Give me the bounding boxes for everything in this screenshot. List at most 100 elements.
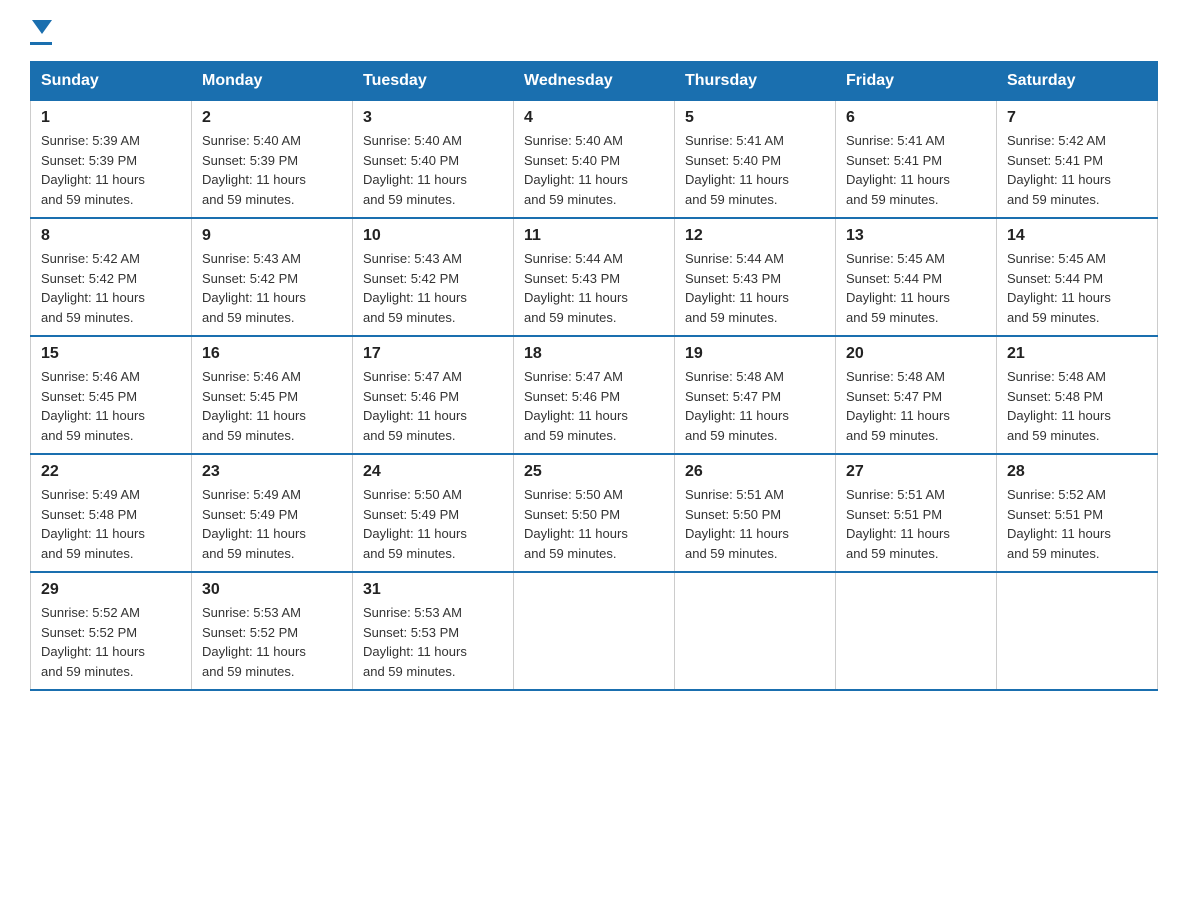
calendar-cell: 2 Sunrise: 5:40 AMSunset: 5:39 PMDayligh… xyxy=(192,101,353,219)
day-number: 23 xyxy=(202,463,342,481)
day-number: 15 xyxy=(41,345,181,363)
cell-info: Sunrise: 5:49 AMSunset: 5:49 PMDaylight:… xyxy=(202,487,306,561)
header-cell-friday: Friday xyxy=(836,62,997,101)
logo xyxy=(30,24,52,45)
calendar-cell: 1 Sunrise: 5:39 AMSunset: 5:39 PMDayligh… xyxy=(31,101,192,219)
day-number: 14 xyxy=(1007,227,1147,245)
calendar-cell: 13 Sunrise: 5:45 AMSunset: 5:44 PMDaylig… xyxy=(836,218,997,336)
day-number: 21 xyxy=(1007,345,1147,363)
cell-info: Sunrise: 5:50 AMSunset: 5:50 PMDaylight:… xyxy=(524,487,628,561)
day-number: 10 xyxy=(363,227,503,245)
week-row-4: 22 Sunrise: 5:49 AMSunset: 5:48 PMDaylig… xyxy=(31,454,1158,572)
day-number: 24 xyxy=(363,463,503,481)
calendar-cell: 21 Sunrise: 5:48 AMSunset: 5:48 PMDaylig… xyxy=(997,336,1158,454)
calendar-cell: 29 Sunrise: 5:52 AMSunset: 5:52 PMDaylig… xyxy=(31,572,192,690)
cell-info: Sunrise: 5:52 AMSunset: 5:52 PMDaylight:… xyxy=(41,605,145,679)
header-row: SundayMondayTuesdayWednesdayThursdayFrid… xyxy=(31,62,1158,101)
calendar-cell: 28 Sunrise: 5:52 AMSunset: 5:51 PMDaylig… xyxy=(997,454,1158,572)
day-number: 1 xyxy=(41,109,181,127)
header-cell-monday: Monday xyxy=(192,62,353,101)
calendar-header: SundayMondayTuesdayWednesdayThursdayFrid… xyxy=(31,62,1158,101)
week-row-2: 8 Sunrise: 5:42 AMSunset: 5:42 PMDayligh… xyxy=(31,218,1158,336)
day-number: 27 xyxy=(846,463,986,481)
header-cell-wednesday: Wednesday xyxy=(514,62,675,101)
day-number: 17 xyxy=(363,345,503,363)
day-number: 26 xyxy=(685,463,825,481)
calendar-cell: 30 Sunrise: 5:53 AMSunset: 5:52 PMDaylig… xyxy=(192,572,353,690)
day-number: 30 xyxy=(202,581,342,599)
day-number: 2 xyxy=(202,109,342,127)
page-header xyxy=(30,24,1158,45)
cell-info: Sunrise: 5:48 AMSunset: 5:48 PMDaylight:… xyxy=(1007,369,1111,443)
cell-info: Sunrise: 5:51 AMSunset: 5:50 PMDaylight:… xyxy=(685,487,789,561)
cell-info: Sunrise: 5:53 AMSunset: 5:53 PMDaylight:… xyxy=(363,605,467,679)
calendar-cell: 8 Sunrise: 5:42 AMSunset: 5:42 PMDayligh… xyxy=(31,218,192,336)
day-number: 22 xyxy=(41,463,181,481)
calendar-cell: 5 Sunrise: 5:41 AMSunset: 5:40 PMDayligh… xyxy=(675,101,836,219)
calendar-cell: 27 Sunrise: 5:51 AMSunset: 5:51 PMDaylig… xyxy=(836,454,997,572)
day-number: 5 xyxy=(685,109,825,127)
cell-info: Sunrise: 5:47 AMSunset: 5:46 PMDaylight:… xyxy=(524,369,628,443)
day-number: 6 xyxy=(846,109,986,127)
day-number: 18 xyxy=(524,345,664,363)
calendar-cell xyxy=(997,572,1158,690)
calendar-cell: 17 Sunrise: 5:47 AMSunset: 5:46 PMDaylig… xyxy=(353,336,514,454)
cell-info: Sunrise: 5:46 AMSunset: 5:45 PMDaylight:… xyxy=(41,369,145,443)
cell-info: Sunrise: 5:40 AMSunset: 5:40 PMDaylight:… xyxy=(363,133,467,207)
day-number: 19 xyxy=(685,345,825,363)
calendar-cell: 24 Sunrise: 5:50 AMSunset: 5:49 PMDaylig… xyxy=(353,454,514,572)
cell-info: Sunrise: 5:42 AMSunset: 5:42 PMDaylight:… xyxy=(41,251,145,325)
calendar-cell: 26 Sunrise: 5:51 AMSunset: 5:50 PMDaylig… xyxy=(675,454,836,572)
cell-info: Sunrise: 5:47 AMSunset: 5:46 PMDaylight:… xyxy=(363,369,467,443)
day-number: 12 xyxy=(685,227,825,245)
calendar-cell: 11 Sunrise: 5:44 AMSunset: 5:43 PMDaylig… xyxy=(514,218,675,336)
header-cell-saturday: Saturday xyxy=(997,62,1158,101)
week-row-1: 1 Sunrise: 5:39 AMSunset: 5:39 PMDayligh… xyxy=(31,101,1158,219)
calendar-cell: 4 Sunrise: 5:40 AMSunset: 5:40 PMDayligh… xyxy=(514,101,675,219)
cell-info: Sunrise: 5:45 AMSunset: 5:44 PMDaylight:… xyxy=(846,251,950,325)
cell-info: Sunrise: 5:41 AMSunset: 5:40 PMDaylight:… xyxy=(685,133,789,207)
cell-info: Sunrise: 5:50 AMSunset: 5:49 PMDaylight:… xyxy=(363,487,467,561)
calendar-cell: 18 Sunrise: 5:47 AMSunset: 5:46 PMDaylig… xyxy=(514,336,675,454)
cell-info: Sunrise: 5:52 AMSunset: 5:51 PMDaylight:… xyxy=(1007,487,1111,561)
header-cell-tuesday: Tuesday xyxy=(353,62,514,101)
calendar-cell: 31 Sunrise: 5:53 AMSunset: 5:53 PMDaylig… xyxy=(353,572,514,690)
calendar-cell: 16 Sunrise: 5:46 AMSunset: 5:45 PMDaylig… xyxy=(192,336,353,454)
cell-info: Sunrise: 5:48 AMSunset: 5:47 PMDaylight:… xyxy=(685,369,789,443)
week-row-3: 15 Sunrise: 5:46 AMSunset: 5:45 PMDaylig… xyxy=(31,336,1158,454)
calendar-cell: 23 Sunrise: 5:49 AMSunset: 5:49 PMDaylig… xyxy=(192,454,353,572)
calendar-cell: 15 Sunrise: 5:46 AMSunset: 5:45 PMDaylig… xyxy=(31,336,192,454)
calendar-cell: 19 Sunrise: 5:48 AMSunset: 5:47 PMDaylig… xyxy=(675,336,836,454)
day-number: 29 xyxy=(41,581,181,599)
calendar-cell: 6 Sunrise: 5:41 AMSunset: 5:41 PMDayligh… xyxy=(836,101,997,219)
cell-info: Sunrise: 5:40 AMSunset: 5:40 PMDaylight:… xyxy=(524,133,628,207)
day-number: 7 xyxy=(1007,109,1147,127)
day-number: 16 xyxy=(202,345,342,363)
week-row-5: 29 Sunrise: 5:52 AMSunset: 5:52 PMDaylig… xyxy=(31,572,1158,690)
cell-info: Sunrise: 5:43 AMSunset: 5:42 PMDaylight:… xyxy=(363,251,467,325)
calendar-cell xyxy=(675,572,836,690)
calendar-cell: 14 Sunrise: 5:45 AMSunset: 5:44 PMDaylig… xyxy=(997,218,1158,336)
cell-info: Sunrise: 5:44 AMSunset: 5:43 PMDaylight:… xyxy=(685,251,789,325)
day-number: 4 xyxy=(524,109,664,127)
header-cell-sunday: Sunday xyxy=(31,62,192,101)
cell-info: Sunrise: 5:43 AMSunset: 5:42 PMDaylight:… xyxy=(202,251,306,325)
calendar-cell: 25 Sunrise: 5:50 AMSunset: 5:50 PMDaylig… xyxy=(514,454,675,572)
cell-info: Sunrise: 5:41 AMSunset: 5:41 PMDaylight:… xyxy=(846,133,950,207)
calendar-cell: 3 Sunrise: 5:40 AMSunset: 5:40 PMDayligh… xyxy=(353,101,514,219)
day-number: 11 xyxy=(524,227,664,245)
cell-info: Sunrise: 5:45 AMSunset: 5:44 PMDaylight:… xyxy=(1007,251,1111,325)
cell-info: Sunrise: 5:39 AMSunset: 5:39 PMDaylight:… xyxy=(41,133,145,207)
cell-info: Sunrise: 5:46 AMSunset: 5:45 PMDaylight:… xyxy=(202,369,306,443)
day-number: 31 xyxy=(363,581,503,599)
calendar-cell: 10 Sunrise: 5:43 AMSunset: 5:42 PMDaylig… xyxy=(353,218,514,336)
calendar-cell: 12 Sunrise: 5:44 AMSunset: 5:43 PMDaylig… xyxy=(675,218,836,336)
logo-triangle-icon xyxy=(32,20,52,34)
cell-info: Sunrise: 5:53 AMSunset: 5:52 PMDaylight:… xyxy=(202,605,306,679)
calendar-cell: 7 Sunrise: 5:42 AMSunset: 5:41 PMDayligh… xyxy=(997,101,1158,219)
day-number: 9 xyxy=(202,227,342,245)
cell-info: Sunrise: 5:42 AMSunset: 5:41 PMDaylight:… xyxy=(1007,133,1111,207)
cell-info: Sunrise: 5:40 AMSunset: 5:39 PMDaylight:… xyxy=(202,133,306,207)
day-number: 25 xyxy=(524,463,664,481)
day-number: 8 xyxy=(41,227,181,245)
